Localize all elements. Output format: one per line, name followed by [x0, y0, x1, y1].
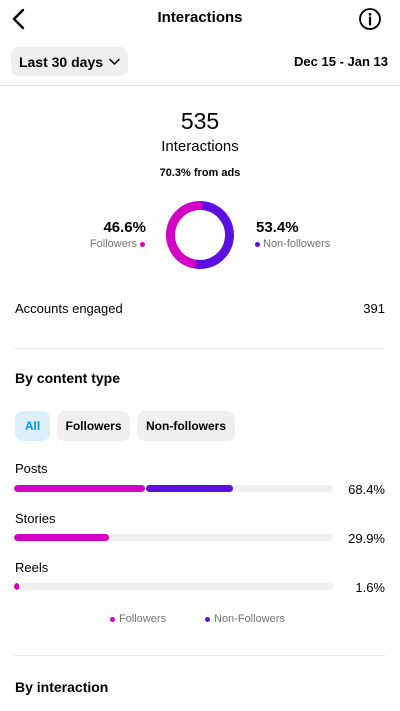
- info-circle-icon: [359, 8, 381, 30]
- ads-note: 70.3% from ads: [159, 167, 241, 179]
- posts-nonfollowers-segment: [145, 485, 234, 492]
- page-title: Interactions: [157, 9, 243, 26]
- nonfollowers-dot-icon: [255, 241, 260, 247]
- divider: [14, 348, 385, 349]
- stories-followers-segment: [14, 534, 110, 541]
- followers-dot-icon: [110, 616, 115, 622]
- nonfollowers-legend: Non-followers: [255, 238, 330, 250]
- stories-label: Stories: [15, 511, 56, 526]
- stories-percentage: 29.9%: [348, 531, 385, 546]
- posts-bar: [14, 485, 333, 492]
- chip-non-followers[interactable]: Non-followers: [137, 411, 235, 441]
- followers-donut-chart: [166, 201, 234, 269]
- bar-legend-followers: Followers: [110, 613, 166, 625]
- date-range-dropdown-label: Last 30 days: [18, 53, 104, 70]
- reels-percentage: 1.6%: [355, 580, 385, 595]
- by-interaction-heading: By interaction: [15, 679, 109, 695]
- reels-followers-segment: [14, 583, 20, 590]
- followers-dot-icon: [140, 241, 145, 247]
- divider: [0, 85, 400, 86]
- divider: [14, 655, 385, 656]
- interactions-total: 535: [180, 108, 220, 134]
- info-button[interactable]: [358, 7, 382, 31]
- date-range-text: Dec 15 - Jan 13: [294, 54, 388, 69]
- posts-percentage: 68.4%: [348, 482, 385, 497]
- accounts-engaged-label: Accounts engaged: [15, 301, 123, 316]
- bar-legend-followers-label: Followers: [119, 613, 167, 625]
- chevron-down-icon: [109, 58, 120, 65]
- interactions-total-label: Interactions: [161, 138, 239, 155]
- accounts-engaged-value: 391: [363, 301, 385, 316]
- nonfollowers-percentage: 53.4%: [256, 219, 299, 236]
- donut-followers-slice: [166, 201, 204, 268]
- followers-legend-label: Followers: [89, 238, 137, 250]
- reels-bar: [14, 583, 333, 590]
- bar-legend-nonfollowers-label: Non-Followers: [214, 613, 285, 625]
- posts-followers-segment: [14, 485, 145, 492]
- donut-nonfollowers-slice: [190, 201, 234, 269]
- chip-all[interactable]: All: [15, 411, 50, 441]
- followers-legend: Followers: [90, 238, 145, 250]
- nonfollowers-legend-label: Non-followers: [263, 238, 331, 250]
- followers-percentage: 46.6%: [103, 219, 146, 236]
- content-type-heading: By content type: [15, 370, 121, 386]
- chip-followers[interactable]: Followers: [57, 411, 130, 441]
- top-bar: Interactions: [0, 0, 400, 38]
- stories-bar: [14, 534, 333, 541]
- posts-label: Posts: [15, 461, 48, 476]
- date-range-dropdown[interactable]: Last 30 days: [11, 47, 128, 76]
- bar-legend-nonfollowers: Non-Followers: [205, 613, 285, 625]
- nonfollowers-dot-icon: [205, 616, 210, 622]
- reels-label: Reels: [15, 560, 49, 575]
